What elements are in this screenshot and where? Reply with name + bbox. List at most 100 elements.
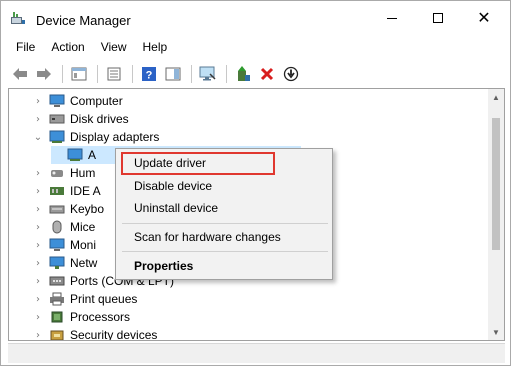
expand-chevron-icon[interactable]: ›: [33, 312, 43, 323]
disk-drive-icon: [49, 112, 65, 126]
maximize-button[interactable]: [415, 1, 461, 35]
toolbar-separator: [132, 65, 133, 83]
network-icon: [49, 256, 65, 270]
expand-chevron-icon[interactable]: ›: [33, 186, 43, 197]
console-tree-icon: [71, 67, 87, 81]
tree-item-print-queues[interactable]: › Print queues: [33, 290, 137, 308]
tree-item-label: Print queues: [70, 292, 138, 306]
monitor-scan-icon: [199, 66, 216, 81]
expand-chevron-icon[interactable]: ›: [33, 168, 43, 179]
tree-item-keyboards[interactable]: › Keybo: [33, 200, 104, 218]
expand-chevron-icon[interactable]: ›: [33, 330, 43, 341]
port-icon: [49, 274, 65, 288]
action-pane-button[interactable]: [162, 63, 184, 85]
update-driver-icon: [238, 66, 250, 81]
context-separator: [122, 251, 328, 252]
tree-item-label: Keybo: [70, 202, 105, 216]
tree-item-ide-ata[interactable]: › IDE A: [33, 182, 101, 200]
red-x-icon: [260, 67, 274, 81]
security-icon: [49, 328, 65, 340]
display-adapter-icon: [67, 148, 83, 162]
svg-text:?: ?: [146, 70, 153, 82]
forward-button[interactable]: [33, 63, 55, 85]
tree-item-monitors[interactable]: › Moni: [33, 236, 96, 254]
monitor-icon: [49, 238, 65, 252]
uninstall-device-toolbar-button[interactable]: [256, 63, 278, 85]
expand-chevron-icon[interactable]: ›: [33, 96, 43, 107]
tree-item-computer[interactable]: › Computer: [33, 92, 123, 110]
help-button[interactable]: ?: [138, 63, 160, 85]
vertical-scrollbar[interactable]: ▲ ▼: [488, 89, 504, 340]
display-adapter-icon: [49, 130, 65, 144]
tree-item-label: Netw: [70, 256, 98, 270]
expand-chevron-icon[interactable]: ›: [33, 114, 43, 125]
toolbar-separator: [97, 65, 98, 83]
tree-item-label: Moni: [70, 238, 97, 252]
minimize-icon: [387, 17, 397, 19]
processor-icon: [49, 310, 65, 324]
title-bar: Device Manager ✕: [1, 1, 510, 35]
scroll-down-arrow-icon[interactable]: ▼: [488, 324, 504, 340]
tree-item-label: Hum: [70, 166, 96, 180]
show-hide-console-tree-button[interactable]: [68, 63, 90, 85]
menu-help[interactable]: Help: [135, 37, 176, 57]
status-bar: [8, 343, 505, 363]
help-icon: ?: [142, 67, 156, 82]
ide-icon: [49, 184, 65, 198]
toolbar-separator: [226, 65, 227, 83]
context-scan-hardware[interactable]: Scan for hardware changes: [116, 226, 332, 248]
tree-item-human-interface[interactable]: › Hum: [33, 164, 95, 182]
update-driver-highlight-box: [121, 152, 275, 175]
tree-item-label: Security devices: [70, 328, 158, 341]
context-separator: [122, 223, 328, 224]
tree-item-display-adapters[interactable]: ⌄ Display adapters: [33, 128, 160, 146]
context-uninstall-device[interactable]: Uninstall device: [116, 197, 332, 219]
toolbar: ?: [1, 61, 510, 87]
expand-chevron-icon[interactable]: ›: [33, 276, 43, 287]
mouse-icon: [49, 220, 65, 234]
tree-item-label: Processors: [70, 310, 131, 324]
menu-action[interactable]: Action: [43, 37, 92, 57]
scroll-up-arrow-icon[interactable]: ▲: [488, 89, 504, 105]
scan-hardware-button[interactable]: [197, 63, 219, 85]
toolbar-separator: [191, 65, 192, 83]
tree-item-network-adapters[interactable]: › Netw: [33, 254, 97, 272]
expand-chevron-icon[interactable]: ›: [33, 204, 43, 215]
back-button[interactable]: [9, 63, 31, 85]
expand-chevron-icon[interactable]: ›: [33, 222, 43, 233]
tree-item-label: IDE A: [70, 184, 101, 198]
back-arrow-icon: [13, 68, 27, 80]
expand-chevron-icon[interactable]: ›: [33, 294, 43, 305]
scrollbar-thumb[interactable]: [492, 118, 500, 250]
tree-item-security-devices[interactable]: › Security devices: [33, 326, 158, 341]
tree-item-label: Disk drives: [70, 112, 129, 126]
context-properties[interactable]: Properties: [116, 255, 332, 277]
minimize-button[interactable]: [369, 1, 415, 35]
tree-item-disk-drives[interactable]: › Disk drives: [33, 110, 129, 128]
tree-item-label: Computer: [70, 94, 123, 108]
expand-chevron-icon[interactable]: ›: [33, 240, 43, 251]
expand-chevron-icon[interactable]: ›: [33, 258, 43, 269]
tree-item-mice[interactable]: › Mice: [33, 218, 95, 236]
device-manager-app-icon: [10, 11, 26, 25]
tree-item-processors[interactable]: › Processors: [33, 308, 130, 326]
action-pane-icon: [165, 67, 181, 81]
hid-icon: [49, 166, 65, 180]
close-icon: ✕: [477, 8, 491, 27]
properties-button[interactable]: [103, 63, 125, 85]
enable-device-toolbar-button[interactable]: [280, 63, 302, 85]
close-button[interactable]: ✕: [461, 1, 507, 35]
properties-icon: [107, 67, 121, 81]
keyboard-icon: [49, 202, 65, 216]
tree-item-label: Display adapters: [70, 130, 160, 144]
download-arrow-icon: [283, 66, 299, 82]
tree-item-label: A: [88, 148, 97, 162]
update-driver-toolbar-button[interactable]: [232, 63, 254, 85]
collapse-chevron-icon[interactable]: ⌄: [33, 132, 43, 143]
computer-icon: [49, 94, 65, 108]
menu-file[interactable]: File: [1, 37, 43, 57]
toolbar-separator: [62, 65, 63, 83]
context-disable-device[interactable]: Disable device: [116, 175, 332, 197]
forward-arrow-icon: [37, 68, 51, 80]
menu-view[interactable]: View: [93, 37, 135, 57]
